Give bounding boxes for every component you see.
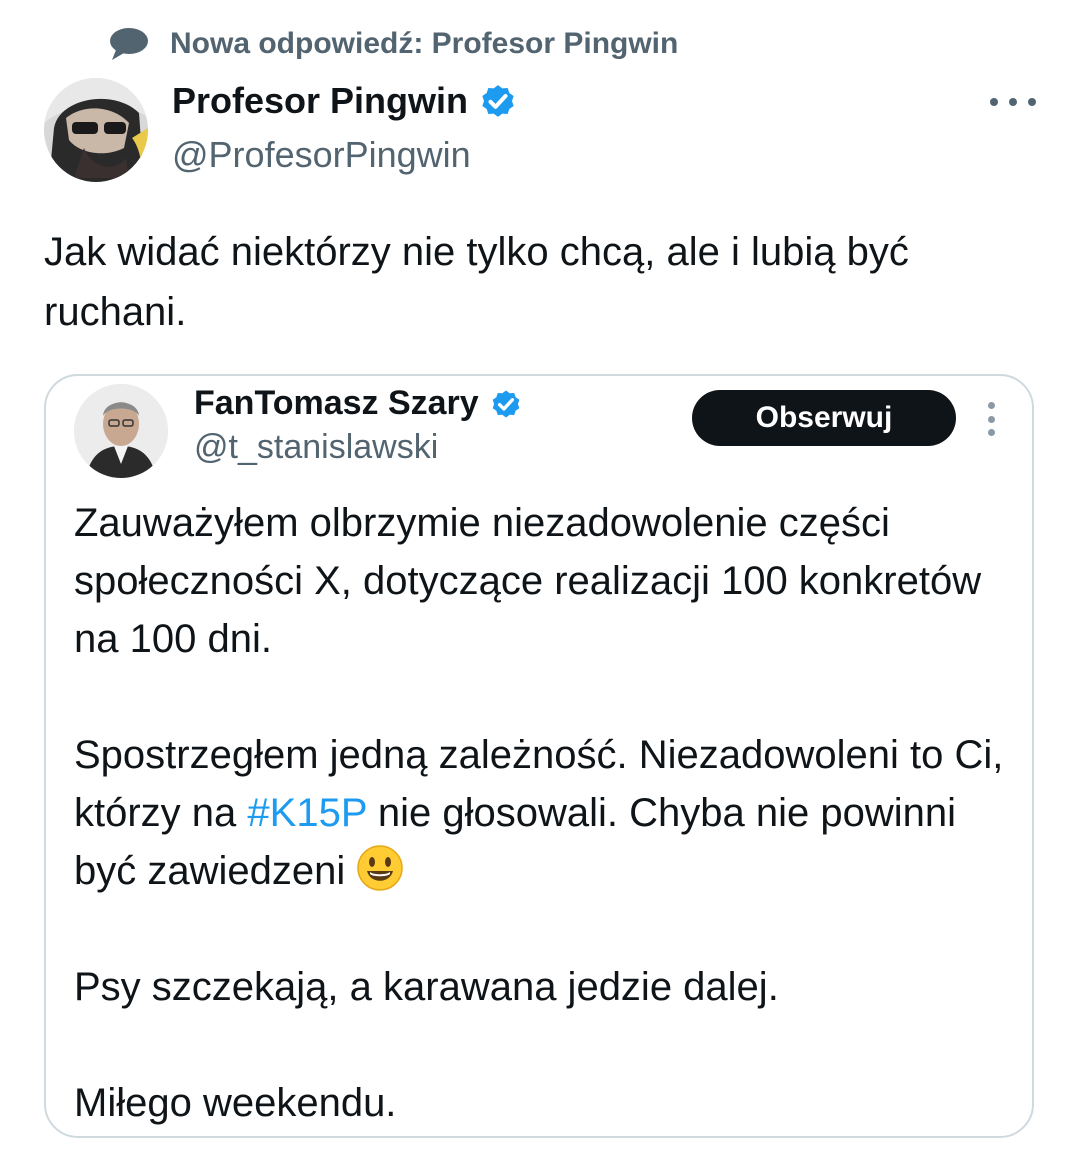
- verified-badge-icon: [492, 390, 520, 417]
- author-name-row[interactable]: Profesor Pingwin: [172, 80, 518, 122]
- quoted-paragraph: Miłego weekendu.: [74, 1081, 397, 1125]
- quoted-more-options-icon[interactable]: [986, 402, 996, 436]
- more-options-icon[interactable]: [990, 92, 1036, 112]
- quoted-author-avatar[interactable]: [74, 384, 168, 478]
- smiling-face-emoji-icon: [357, 845, 404, 891]
- quoted-paragraph: Spostrzegłem jedną zależność. Niezadowol…: [74, 726, 1014, 900]
- quoted-paragraph: Psy szczekają, a karawana jedzie dalej.: [74, 965, 779, 1009]
- reply-bubble-icon: [110, 28, 148, 60]
- author-avatar[interactable]: [44, 78, 148, 182]
- quoted-author-name-row[interactable]: FanTomasz Szary: [194, 384, 523, 423]
- author-name[interactable]: Profesor Pingwin: [172, 80, 468, 122]
- quoted-paragraph: Zauważyłem olbrzymie niezadowolenie częś…: [74, 501, 982, 661]
- follow-button[interactable]: Obserwuj: [692, 390, 956, 446]
- hashtag-link[interactable]: #K15P: [247, 791, 366, 835]
- social-context: Nowa odpowiedź: Profesor Pingwin: [108, 26, 678, 62]
- quoted-tweet-card[interactable]: FanTomasz Szary @t_stanislawski Obserwuj…: [44, 374, 1034, 1138]
- quoted-author-handle[interactable]: @t_stanislawski: [194, 428, 438, 467]
- verified-badge-icon: [482, 85, 514, 117]
- author-handle[interactable]: @ProfesorPingwin: [172, 134, 471, 176]
- tweet-text: Jak widać niektórzy nie tylko chcą, ale …: [44, 230, 909, 334]
- quoted-author-name[interactable]: FanTomasz Szary: [194, 384, 479, 423]
- context-label: Nowa odpowiedź: Profesor Pingwin: [170, 27, 679, 60]
- quoted-tweet-text: Zauważyłem olbrzymie niezadowolenie częś…: [74, 494, 1014, 1132]
